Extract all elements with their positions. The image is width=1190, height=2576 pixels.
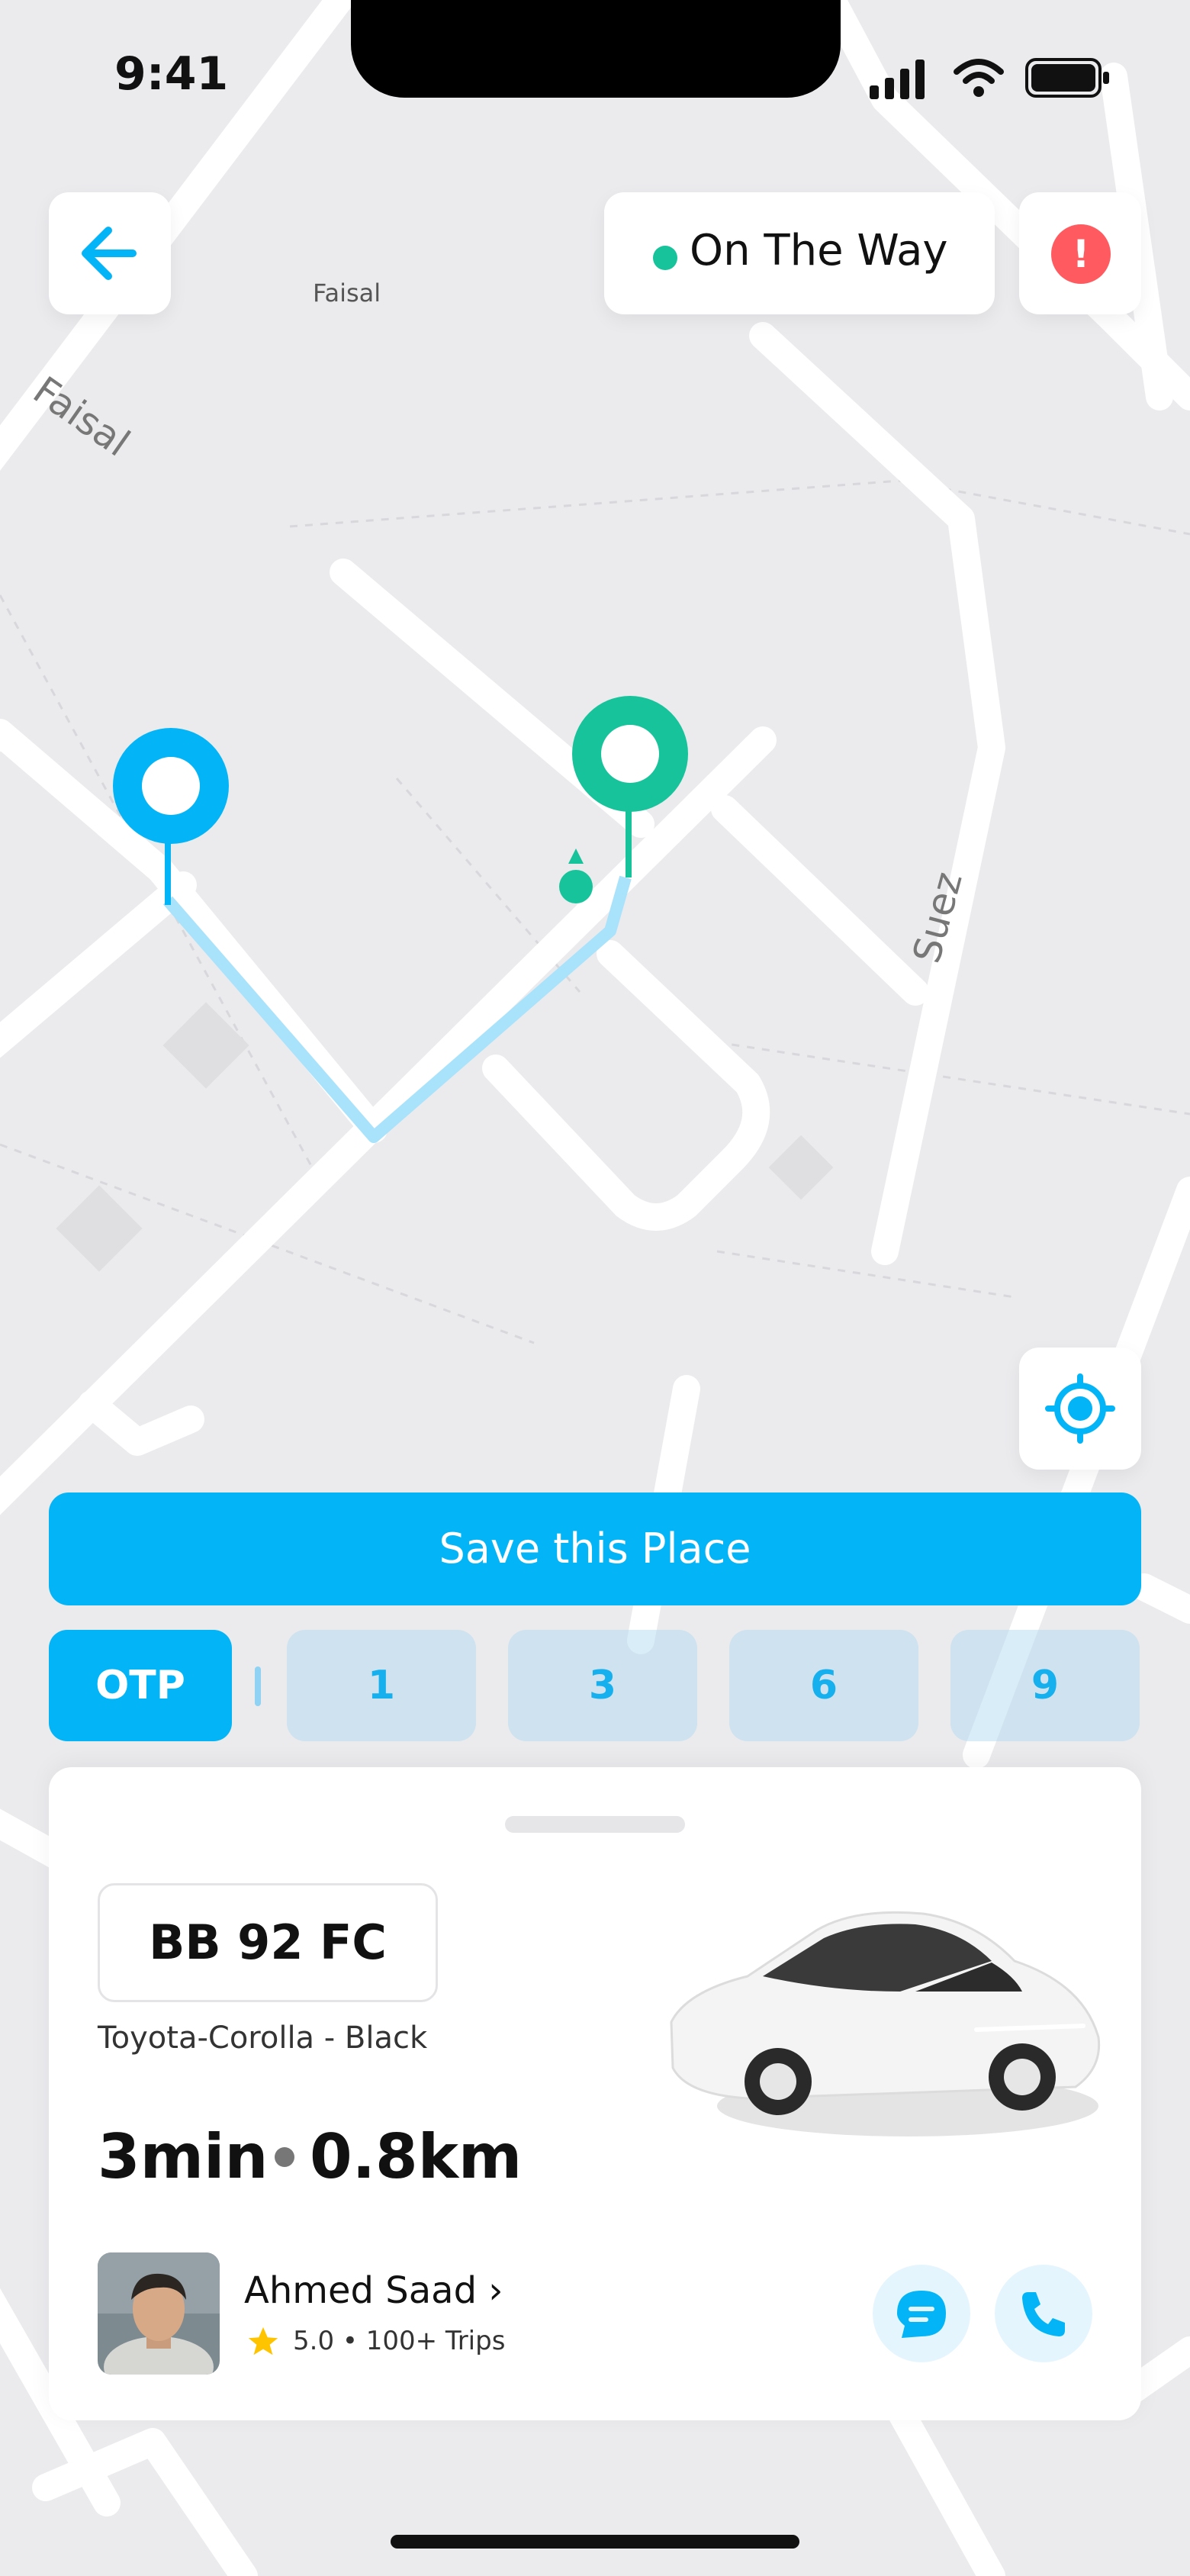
otp-digit: 6 — [729, 1630, 918, 1741]
map-label-faisal: Faisal — [313, 279, 381, 308]
license-plate: BB 92 FC — [98, 1883, 438, 2002]
chat-button[interactable] — [873, 2265, 970, 2362]
car-model: Toyota-Corolla - Black — [98, 2021, 428, 2056]
otp-digit: 1 — [287, 1630, 476, 1741]
status-time: 9:41 — [114, 47, 229, 101]
wifi-icon — [954, 59, 1004, 97]
phone-icon — [1022, 2292, 1065, 2336]
otp-digit: 9 — [950, 1630, 1140, 1741]
signal-icon — [870, 60, 925, 99]
sheet-grabber[interactable] — [505, 1816, 685, 1833]
locate-icon — [1045, 1373, 1115, 1444]
car-image — [670, 1911, 1101, 2136]
star-icon — [248, 2326, 278, 2355]
chat-icon — [897, 2291, 946, 2338]
save-place-button[interactable]: Save this Place — [49, 1492, 1141, 1605]
status-dot-icon — [653, 246, 677, 270]
otp-label: OTP — [49, 1630, 232, 1741]
locate-me-button[interactable] — [1019, 1348, 1141, 1470]
otp-divider — [255, 1666, 261, 1706]
back-button[interactable] — [49, 192, 171, 314]
home-indicator — [391, 2535, 799, 2549]
driver-rating: 5.0 • 100+ Trips — [293, 2326, 506, 2356]
device-notch — [351, 0, 841, 98]
ride-status-pill: On The Way — [604, 192, 995, 314]
alert-icon: ! — [1051, 224, 1111, 284]
call-button[interactable] — [995, 2265, 1092, 2362]
eta-distance: 0.8km — [310, 2121, 523, 2192]
alert-button[interactable]: ! — [1019, 192, 1141, 314]
eta-time: 3min — [98, 2121, 269, 2192]
battery-icon — [1025, 58, 1109, 98]
ride-status-text: On The Way — [690, 226, 948, 275]
driver-avatar[interactable] — [98, 2252, 220, 2375]
otp-digit: 3 — [508, 1630, 697, 1741]
eta-separator — [275, 2147, 294, 2167]
driver-name[interactable]: Ahmed Saad › — [244, 2269, 503, 2312]
back-arrow-icon — [82, 227, 137, 280]
